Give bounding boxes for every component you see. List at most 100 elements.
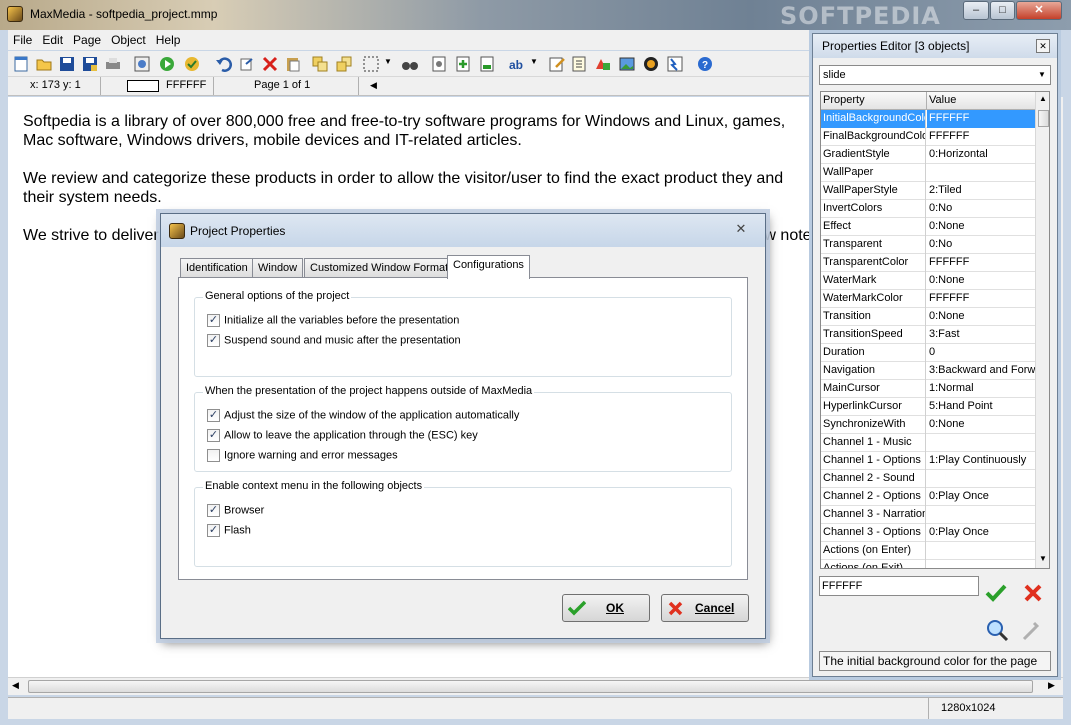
- checkbox-ignore-warnings[interactable]: Ignore warning and error messages: [207, 449, 398, 462]
- minimize-button[interactable]: –: [963, 1, 989, 20]
- property-row[interactable]: InitialBackgroundColor FFFFFF: [821, 110, 1035, 128]
- property-value[interactable]: 0:None: [927, 308, 1035, 326]
- tab-customized-window-format[interactable]: Customized Window Format: [304, 258, 455, 278]
- property-row[interactable]: TransitionSpeed 3:Fast: [821, 326, 1035, 344]
- dialog-close-icon[interactable]: ✕: [724, 220, 758, 238]
- property-row[interactable]: Channel 1 - Options 1:Play Continuously: [821, 452, 1035, 470]
- note-icon[interactable]: [571, 55, 589, 73]
- property-row[interactable]: WaterMarkColor FFFFFF: [821, 290, 1035, 308]
- property-row[interactable]: Transition 0:None: [821, 308, 1035, 326]
- scroll-up-icon[interactable]: ▲: [1039, 94, 1047, 103]
- maximize-button[interactable]: □: [990, 1, 1015, 20]
- property-value[interactable]: 1:Normal: [927, 380, 1035, 398]
- edit-text-icon[interactable]: [548, 55, 566, 73]
- checkbox-allow-esc[interactable]: ✓ Allow to leave the application through …: [207, 429, 478, 442]
- property-row[interactable]: FinalBackgroundColor FFFFFF: [821, 128, 1035, 146]
- menu-object[interactable]: Object: [106, 30, 151, 49]
- property-value[interactable]: 0:Horizontal: [927, 146, 1035, 164]
- chevron-down-icon[interactable]: ▼: [384, 57, 392, 66]
- property-row[interactable]: Channel 1 - Music: [821, 434, 1035, 452]
- property-value[interactable]: [927, 434, 1035, 452]
- property-row[interactable]: Actions (on Exit): [821, 560, 1035, 568]
- checkbox-box[interactable]: ✓: [207, 524, 220, 537]
- value-input[interactable]: FFFFFF: [819, 576, 979, 596]
- save-as-icon[interactable]: [81, 55, 99, 73]
- property-value[interactable]: [927, 506, 1035, 524]
- magnifier-icon[interactable]: [985, 618, 1009, 642]
- select-area-icon[interactable]: [362, 55, 380, 73]
- compile-icon[interactable]: [183, 55, 201, 73]
- open-folder-icon[interactable]: [35, 55, 53, 73]
- property-row[interactable]: Channel 3 - Options 0:Play Once: [821, 524, 1035, 542]
- property-row[interactable]: Actions (on Enter): [821, 542, 1035, 560]
- checkbox-box[interactable]: ✓: [207, 334, 220, 347]
- property-row[interactable]: GradientStyle 0:Horizontal: [821, 146, 1035, 164]
- apply-check-icon[interactable]: [985, 583, 1007, 603]
- property-value[interactable]: [927, 470, 1035, 488]
- scroll-right-icon[interactable]: ▶: [1048, 680, 1055, 691]
- property-row[interactable]: MainCursor 1:Normal: [821, 380, 1035, 398]
- property-value[interactable]: 2:Tiled: [927, 182, 1035, 200]
- property-value[interactable]: [927, 560, 1035, 568]
- paste-icon[interactable]: [284, 55, 302, 73]
- page-list-icon[interactable]: [478, 55, 496, 73]
- checkbox-suspend-sound[interactable]: ✓ Suspend sound and music after the prese…: [207, 334, 461, 347]
- close-icon[interactable]: ✕: [1036, 39, 1050, 53]
- property-row[interactable]: Duration 0: [821, 344, 1035, 362]
- help-icon[interactable]: ?: [696, 55, 714, 73]
- page-settings-icon[interactable]: [430, 55, 448, 73]
- property-value[interactable]: FFFFFF: [927, 128, 1035, 146]
- checkbox-box[interactable]: ✓: [207, 409, 220, 422]
- redo-icon[interactable]: [238, 55, 256, 73]
- checkbox-initialize-variables[interactable]: ✓ Initialize all the variables before the…: [207, 314, 459, 327]
- scroll-down-icon[interactable]: ▼: [1039, 554, 1047, 563]
- send-back-icon[interactable]: [335, 55, 353, 73]
- checkbox-box[interactable]: [207, 449, 220, 462]
- col-property[interactable]: Property: [823, 94, 865, 106]
- new-icon[interactable]: [12, 55, 30, 73]
- tab-window[interactable]: Window: [252, 258, 304, 278]
- chevron-down-icon[interactable]: ▼: [1038, 70, 1046, 79]
- scroll-thumb[interactable]: [28, 680, 1033, 693]
- menu-help[interactable]: Help: [151, 30, 186, 49]
- col-value[interactable]: Value: [929, 94, 956, 106]
- property-value[interactable]: 3:Backward and Forward: [927, 362, 1035, 380]
- page-prev-icon[interactable]: ◀: [370, 80, 377, 91]
- ok-button[interactable]: OK: [562, 594, 650, 622]
- tab-configurations[interactable]: Configurations: [447, 255, 530, 279]
- property-value[interactable]: 1:Play Continuously: [927, 452, 1035, 470]
- scroll-left-icon[interactable]: ◀: [12, 680, 19, 691]
- property-row[interactable]: Channel 3 - Narration: [821, 506, 1035, 524]
- property-value[interactable]: 0: [927, 344, 1035, 362]
- property-row[interactable]: HyperlinkCursor 5:Hand Point: [821, 398, 1035, 416]
- undo-icon[interactable]: [215, 55, 233, 73]
- property-value[interactable]: 0:None: [927, 272, 1035, 290]
- chevron-down-icon[interactable]: ▼: [530, 57, 538, 66]
- property-value[interactable]: [927, 164, 1035, 182]
- property-value[interactable]: FFFFFF: [927, 290, 1035, 308]
- discard-x-icon[interactable]: [1023, 583, 1043, 603]
- close-button[interactable]: ✕: [1016, 1, 1062, 20]
- binoculars-icon[interactable]: [401, 55, 419, 73]
- tab-identification[interactable]: Identification: [180, 258, 254, 278]
- save-icon[interactable]: [58, 55, 76, 73]
- property-row[interactable]: Effect 0:None: [821, 218, 1035, 236]
- property-row[interactable]: TransparentColor FFFFFF: [821, 254, 1035, 272]
- property-value[interactable]: 0:No: [927, 236, 1035, 254]
- property-row[interactable]: InvertColors 0:No: [821, 200, 1035, 218]
- delete-icon[interactable]: [261, 55, 279, 73]
- checkbox-box[interactable]: ✓: [207, 429, 220, 442]
- property-value[interactable]: FFFFFF: [927, 254, 1035, 272]
- property-row[interactable]: WaterMark 0:None: [821, 272, 1035, 290]
- property-row[interactable]: Channel 2 - Sound: [821, 470, 1035, 488]
- canvas-paragraph[interactable]: Softpedia is a library of over 800,000 f…: [23, 112, 803, 150]
- canvas-paragraph[interactable]: We review and categorize these products …: [23, 169, 803, 207]
- property-row[interactable]: WallPaper: [821, 164, 1035, 182]
- flash-icon[interactable]: [666, 55, 684, 73]
- checkbox-flash[interactable]: ✓ Flash: [207, 524, 251, 537]
- property-row[interactable]: SynchronizeWith 0:None: [821, 416, 1035, 434]
- property-row[interactable]: Transparent 0:No: [821, 236, 1035, 254]
- property-value[interactable]: 0:Play Once: [927, 488, 1035, 506]
- add-page-icon[interactable]: [454, 55, 472, 73]
- property-value[interactable]: [927, 542, 1035, 560]
